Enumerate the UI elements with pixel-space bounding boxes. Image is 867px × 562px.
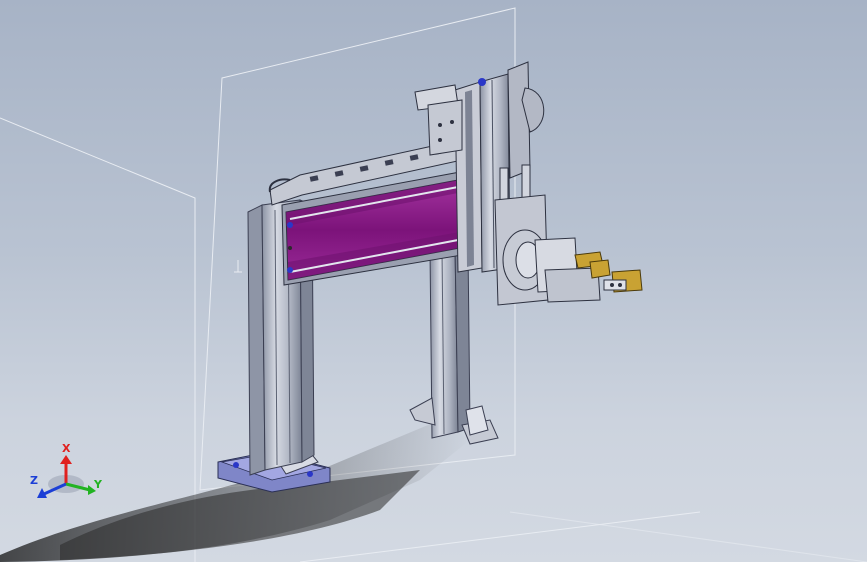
screw-head bbox=[287, 267, 293, 273]
origin-marker bbox=[234, 260, 242, 273]
y-axis-label: Y bbox=[93, 478, 103, 491]
coordinate-triad: X Y Z bbox=[30, 442, 103, 498]
right-column[interactable] bbox=[409, 244, 499, 445]
model-scene[interactable] bbox=[0, 0, 867, 562]
screw-head bbox=[287, 222, 293, 228]
graphics-viewport[interactable]: X Y Z bbox=[0, 0, 867, 562]
z-axis-label: Z bbox=[30, 474, 38, 487]
x-axis-label: X bbox=[62, 442, 71, 455]
screw-head bbox=[478, 78, 486, 86]
